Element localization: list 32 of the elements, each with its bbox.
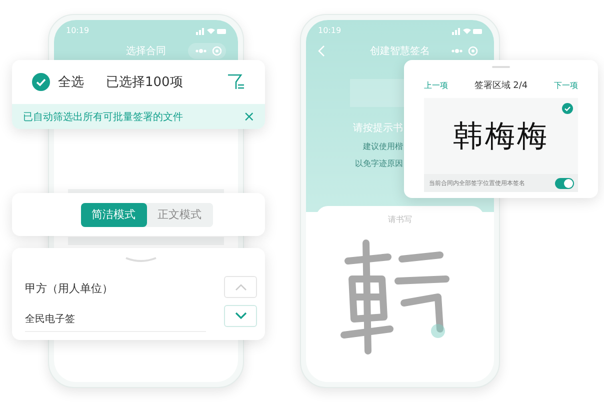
write-label: 请书写: [388, 214, 412, 225]
chevron-down-icon: [234, 312, 246, 320]
signature-text: 韩梅梅: [453, 118, 549, 156]
status-icons: [452, 26, 482, 34]
move-down-button[interactable]: [224, 305, 257, 327]
collapse-handle-icon[interactable]: [125, 257, 157, 263]
selected-count: 已选择100项: [106, 74, 184, 91]
area-title: 签署区域 2/4: [474, 80, 528, 92]
status-time: 10:19: [318, 26, 342, 35]
mode-tab[interactable]: 简洁模式: [80, 202, 146, 226]
move-up-button[interactable]: [224, 276, 257, 298]
back-icon[interactable]: [318, 45, 325, 57]
select-all-label[interactable]: 全选: [58, 73, 84, 91]
status-icons: [196, 26, 226, 34]
check-icon: [562, 103, 573, 114]
party-label: 甲方（用人单位）: [25, 281, 114, 296]
select-all-checkbox[interactable]: [32, 73, 50, 91]
close-button[interactable]: ×: [243, 110, 255, 124]
hint-text: 以免字迹原因: [355, 158, 403, 169]
filter-icon[interactable]: [227, 73, 245, 91]
page-title: 创建智慧签名: [370, 44, 430, 58]
hint-text: 建议使用楷: [363, 141, 403, 152]
status-time: 10:19: [66, 26, 90, 35]
party-name-field[interactable]: 全民电子签: [25, 312, 206, 332]
menu-capsule[interactable]: [188, 43, 226, 59]
apply-all-toggle[interactable]: [555, 178, 574, 188]
page-title: 选择合同: [126, 44, 166, 58]
notice-text: 已自动筛选出所有可批量签署的文件: [23, 110, 183, 124]
previous-link[interactable]: 上一项: [424, 80, 448, 91]
next-link[interactable]: 下一项: [554, 80, 578, 91]
prompt-heading: 请按提示书: [353, 122, 403, 135]
chevron-up-icon: [234, 283, 246, 291]
